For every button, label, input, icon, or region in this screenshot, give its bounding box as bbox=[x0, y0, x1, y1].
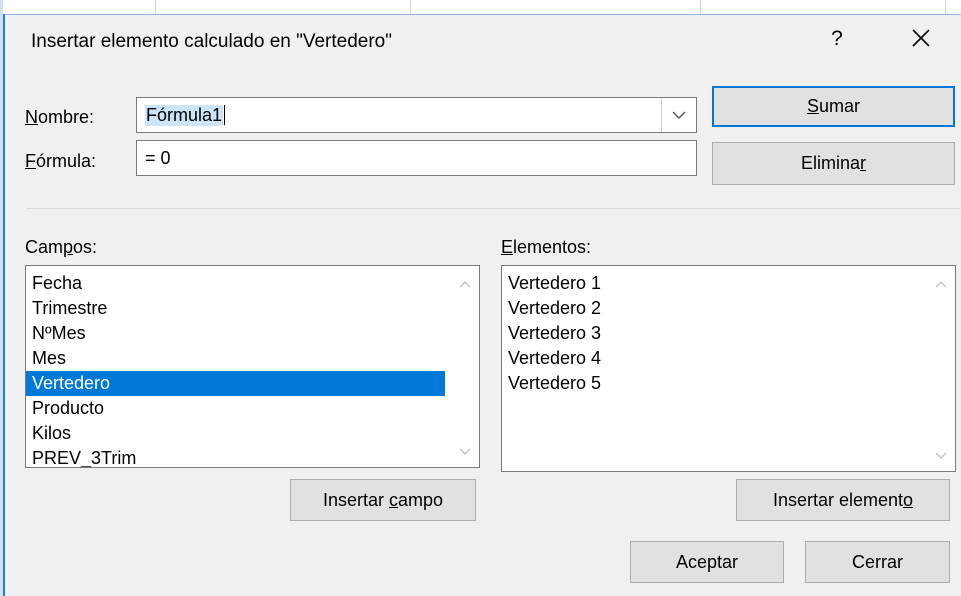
insertar-elemento-button[interactable]: Insertar element o bbox=[736, 479, 950, 521]
insertar-campo-pre: Insertar bbox=[322, 489, 389, 510]
insertar-elemento-pre: Insertar element bbox=[772, 489, 904, 510]
elementos-label-accel: E bbox=[501, 237, 514, 257]
formula-input[interactable]: = 0 bbox=[136, 140, 697, 176]
eliminar-accel: r bbox=[860, 153, 867, 173]
insertar-campo-accel: c bbox=[389, 489, 398, 510]
insert-calculated-item-dialog: Insertar elemento calculado en "Verteder… bbox=[5, 14, 961, 596]
sumar-rest: umar bbox=[819, 96, 861, 116]
insertar-campo-rest: ampo bbox=[398, 489, 444, 510]
nombre-value: Fórmula1 bbox=[145, 104, 224, 126]
list-item[interactable]: Vertedero 3 bbox=[502, 321, 921, 346]
help-button[interactable]: ? bbox=[823, 25, 851, 53]
dialog-title: Insertar elemento calculado en "Verteder… bbox=[31, 31, 392, 52]
formula-label-rest: órmula: bbox=[36, 151, 97, 171]
cerrar-button[interactable]: Cerrar bbox=[805, 541, 950, 583]
list-item[interactable]: Kilos bbox=[26, 421, 445, 446]
campos-label-rest: os: bbox=[73, 237, 98, 257]
list-item[interactable]: Fecha bbox=[26, 271, 445, 296]
formula-label: Fórmula: bbox=[25, 151, 96, 172]
chevron-down-icon bbox=[672, 111, 686, 119]
list-item[interactable]: Trimestre bbox=[26, 296, 445, 321]
scroll-up-button[interactable] bbox=[927, 272, 955, 296]
insertar-elemento-accel: o bbox=[903, 489, 914, 510]
elementos-scrollbar[interactable] bbox=[927, 266, 955, 471]
campos-label: Campos: bbox=[25, 237, 97, 258]
aceptar-button[interactable]: Aceptar bbox=[630, 541, 784, 583]
nombre-label-rest: ombre: bbox=[38, 107, 95, 127]
chevron-up-icon bbox=[935, 280, 947, 287]
chevron-up-icon bbox=[459, 280, 471, 287]
eliminar-button[interactable]: Elimina r bbox=[712, 142, 955, 185]
list-item[interactable]: Vertedero 2 bbox=[502, 296, 921, 321]
elementos-label: Elementos: bbox=[501, 237, 591, 258]
nombre-combobox[interactable]: Fórmula1 bbox=[136, 97, 697, 133]
grid-line bbox=[945, 0, 946, 14]
text-cursor bbox=[224, 105, 226, 125]
nombre-label-accel: N bbox=[25, 107, 38, 127]
close-button[interactable] bbox=[906, 27, 936, 57]
campos-list: Fecha Trimestre NºMes Mes Vertedero Producto K… bbox=[26, 271, 445, 467]
list-item[interactable]: Vertedero 5 bbox=[502, 371, 921, 396]
campos-listbox[interactable]: Fecha Trimestre NºMes Mes Vertedero Producto K… bbox=[25, 265, 480, 468]
scroll-down-button[interactable] bbox=[451, 439, 479, 463]
cerrar-label: Cerrar bbox=[851, 551, 903, 572]
list-item[interactable]: Vertedero 1 bbox=[502, 271, 921, 296]
scroll-down-button[interactable] bbox=[927, 443, 955, 467]
eliminar-pre: Elimina bbox=[800, 153, 861, 173]
insertar-campo-button[interactable]: Insertar c ampo bbox=[290, 479, 476, 521]
list-item[interactable]: Producto bbox=[26, 396, 445, 421]
list-item[interactable]: Vertedero bbox=[26, 371, 445, 396]
elementos-listbox[interactable]: Vertedero 1 Vertedero 2 Vertedero 3 Vertede… bbox=[501, 265, 956, 472]
dialog-separator bbox=[27, 208, 961, 209]
campos-scrollbar[interactable] bbox=[451, 266, 479, 467]
spreadsheet-background bbox=[0, 0, 961, 14]
sumar-button[interactable]: Sumar bbox=[712, 86, 955, 127]
list-item[interactable]: PREV_3Trim bbox=[26, 446, 445, 467]
list-item[interactable]: Vertedero 4 bbox=[502, 346, 921, 371]
grid-line bbox=[700, 0, 701, 14]
elementos-label-rest: lementos: bbox=[513, 237, 592, 257]
aceptar-label: Aceptar bbox=[675, 551, 739, 572]
chevron-down-icon bbox=[935, 452, 947, 459]
sumar-accel: S bbox=[806, 96, 819, 116]
formula-label-accel: F bbox=[25, 151, 36, 171]
campos-label-pre: Cam bbox=[25, 237, 64, 257]
scroll-up-button[interactable] bbox=[451, 272, 479, 296]
list-item[interactable]: Mes bbox=[26, 346, 445, 371]
grid-line bbox=[155, 0, 156, 14]
chevron-down-icon bbox=[459, 448, 471, 455]
elementos-list: Vertedero 1 Vertedero 2 Vertedero 3 Vertede… bbox=[502, 271, 921, 396]
grid-line bbox=[410, 0, 411, 14]
nombre-dropdown-button[interactable] bbox=[661, 98, 696, 132]
campos-label-accel: p bbox=[63, 237, 74, 257]
list-item[interactable]: NºMes bbox=[26, 321, 445, 346]
nombre-label: Nombre: bbox=[25, 107, 94, 128]
formula-value: = 0 bbox=[145, 147, 171, 168]
close-icon bbox=[912, 29, 930, 47]
